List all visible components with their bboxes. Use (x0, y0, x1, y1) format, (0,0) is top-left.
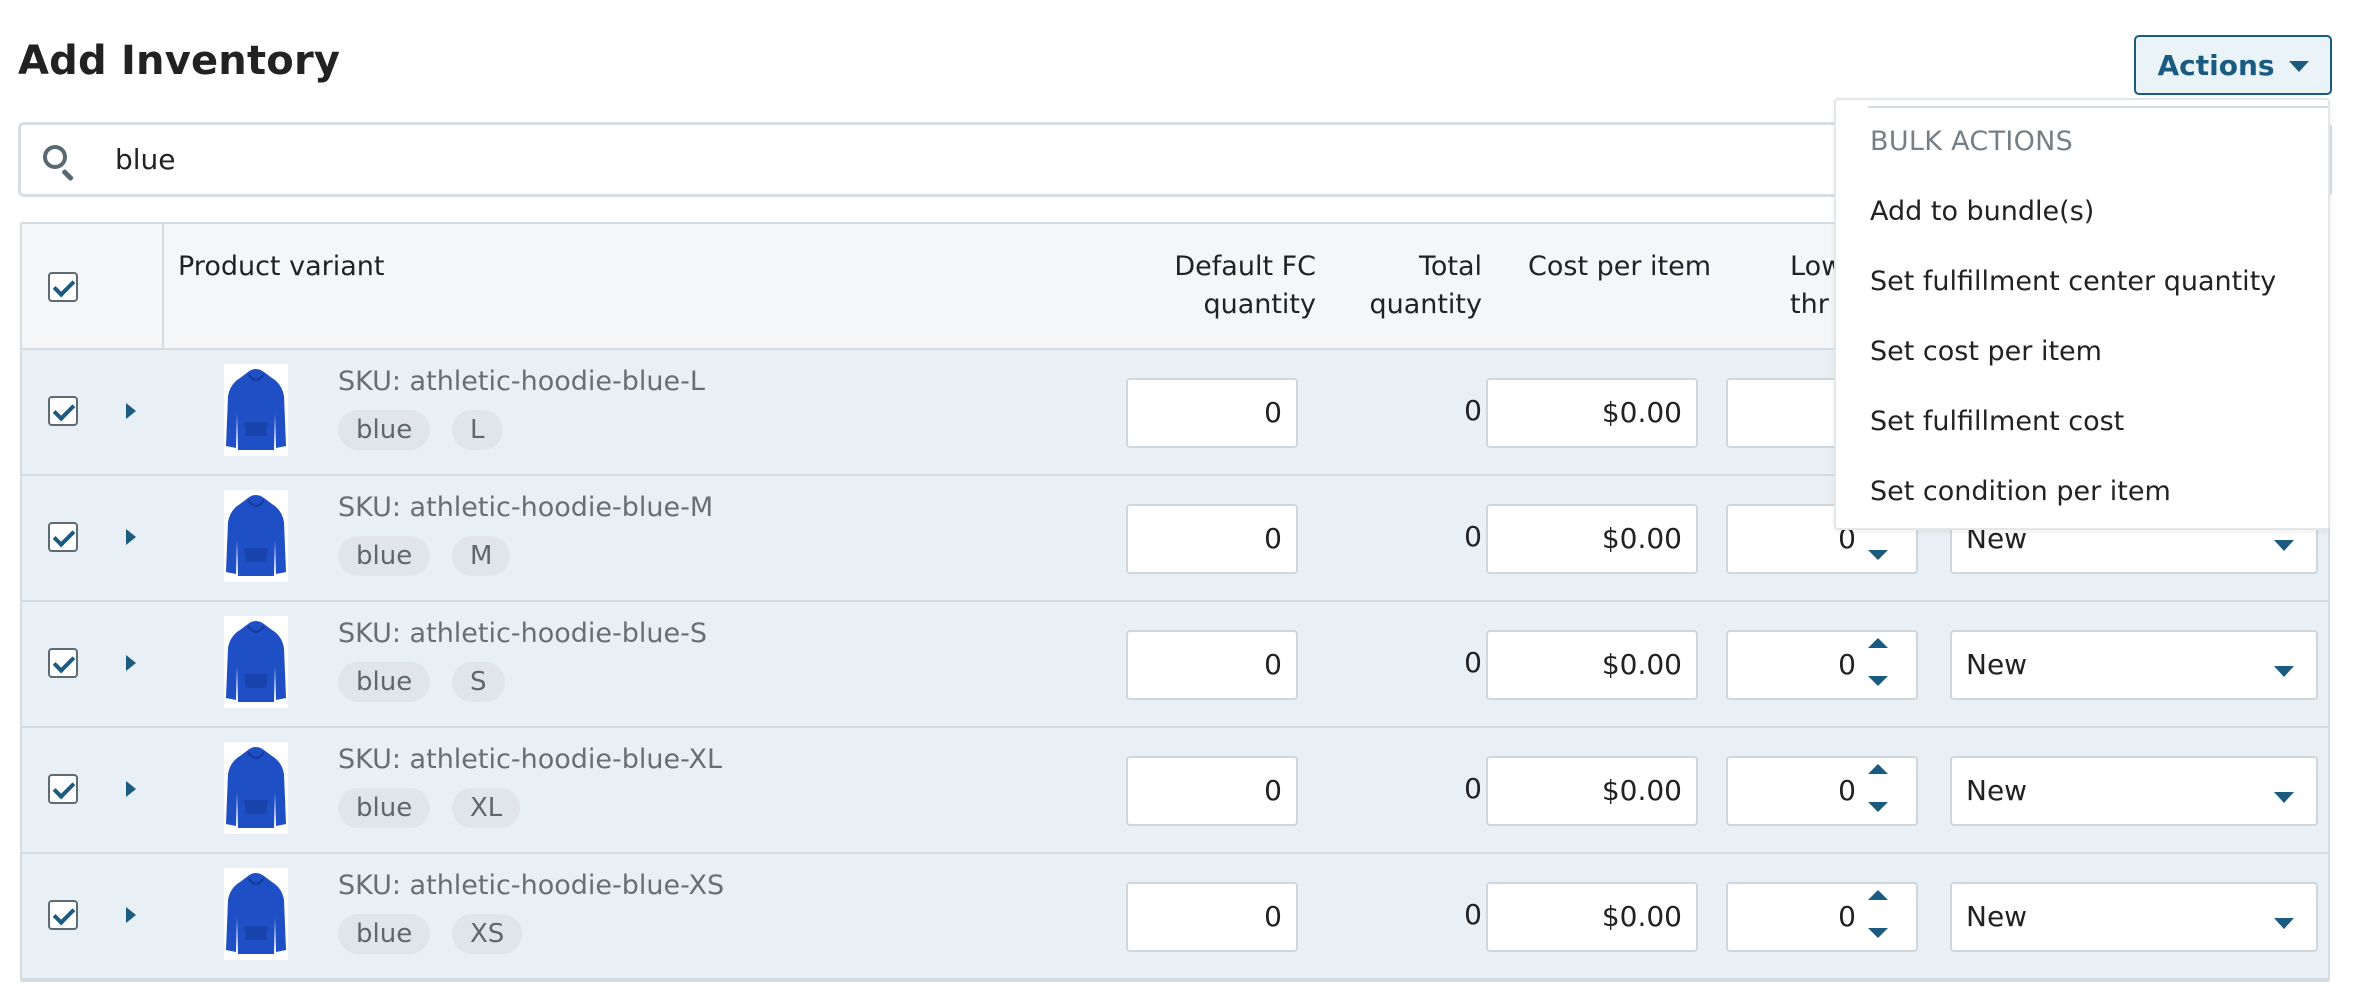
condition-select[interactable]: New (1950, 630, 2318, 700)
table-row: SKU: athletic-hoodie-blue-S blue S 0 0 $0.00 0… (22, 602, 2328, 728)
size-chip: S (452, 662, 505, 702)
sku-label: SKU: athletic-hoodie-blue-XS (338, 870, 725, 901)
search-icon (39, 125, 99, 195)
chevron-right-icon[interactable] (126, 655, 136, 671)
threshold-input[interactable]: 0 (1726, 756, 1918, 826)
menu-item-set-condition[interactable]: Set condition per item (1870, 476, 2171, 507)
menu-item-add-to-bundle[interactable]: Add to bundle(s) (1870, 196, 2094, 227)
caret-down-icon (2274, 918, 2294, 929)
header-total-line2: quantity (1369, 289, 1482, 320)
caret-down-icon (2274, 540, 2294, 551)
size-chip: XS (452, 914, 523, 954)
menu-item-set-cost[interactable]: Set cost per item (1870, 336, 2102, 367)
stepper-down-icon[interactable] (1868, 550, 1888, 560)
select-all-checkbox[interactable] (48, 272, 78, 302)
condition-value: New (1966, 648, 2028, 681)
default-fc-quantity-input[interactable]: 0 (1126, 630, 1298, 700)
cost-per-item-input[interactable]: $0.00 (1486, 378, 1698, 448)
cost-per-item-input[interactable]: $0.00 (1486, 630, 1698, 700)
header-default-fc-line2: quantity (1203, 289, 1316, 320)
header-cost-per-item: Cost per item (1528, 251, 1712, 282)
caret-down-icon (2274, 666, 2294, 677)
stepper-up-icon[interactable] (1868, 890, 1888, 900)
hoodie-image (226, 369, 286, 450)
header-divider (162, 224, 164, 350)
total-quantity: 0 (1464, 394, 1482, 427)
row-checkbox[interactable] (48, 648, 78, 678)
condition-value: New (1966, 900, 2028, 933)
chevron-right-icon[interactable] (126, 529, 136, 545)
color-chip: blue (338, 410, 431, 450)
actions-button-label: Actions (2157, 48, 2275, 82)
color-chip: blue (338, 662, 431, 702)
chevron-right-icon[interactable] (126, 907, 136, 923)
caret-down-icon (2274, 792, 2294, 803)
row-checkbox[interactable] (48, 900, 78, 930)
dropdown-section-label: BULK ACTIONS (1870, 126, 2074, 157)
hoodie-image (226, 873, 286, 954)
header-product-variant: Product variant (178, 251, 385, 282)
default-fc-quantity-input[interactable]: 0 (1126, 378, 1298, 448)
header-default-fc-line1: Default FC (1174, 251, 1316, 282)
stepper-up-icon[interactable] (1868, 764, 1888, 774)
bulk-actions-dropdown: BULK ACTIONS Add to bundle(s) Set fulfil… (1834, 98, 2330, 530)
page-title: Add Inventory (18, 38, 341, 84)
stepper-up-icon[interactable] (1868, 638, 1888, 648)
sku-label: SKU: athletic-hoodie-blue-L (338, 366, 705, 397)
default-fc-quantity-input[interactable]: 0 (1126, 756, 1298, 826)
sku-label: SKU: athletic-hoodie-blue-S (338, 618, 707, 649)
header-default-fc-quantity: Default FC quantity (1082, 248, 1316, 324)
header-total-quantity: Total quantity (1342, 248, 1482, 324)
hoodie-image (226, 621, 286, 702)
product-thumbnail (224, 490, 288, 582)
stepper-down-icon[interactable] (1868, 928, 1888, 938)
stepper-down-icon[interactable] (1868, 802, 1888, 812)
total-quantity: 0 (1464, 520, 1482, 553)
table-row: SKU: athletic-hoodie-blue-XS blue XS 0 0 $0.0… (22, 854, 2328, 980)
cost-per-item-input[interactable]: $0.00 (1486, 756, 1698, 826)
condition-select[interactable]: New (1950, 756, 2318, 826)
product-thumbnail (224, 616, 288, 708)
menu-item-set-fulfillment-cost[interactable]: Set fulfillment cost (1870, 406, 2124, 437)
sku-label: SKU: athletic-hoodie-blue-M (338, 492, 714, 523)
size-chip: L (452, 410, 503, 450)
total-quantity: 0 (1464, 772, 1482, 805)
header-total-line1: Total (1418, 251, 1482, 282)
cost-per-item-input[interactable]: $0.00 (1486, 504, 1698, 574)
threshold-input[interactable]: 0 (1726, 630, 1918, 700)
chevron-right-icon[interactable] (126, 781, 136, 797)
size-chip: M (452, 536, 511, 576)
size-chip: XL (452, 788, 521, 828)
color-chip: blue (338, 536, 431, 576)
row-checkbox[interactable] (48, 774, 78, 804)
search-input[interactable] (113, 142, 1913, 177)
color-chip: blue (338, 914, 431, 954)
chevron-right-icon[interactable] (126, 403, 136, 419)
total-quantity: 0 (1464, 898, 1482, 931)
default-fc-quantity-input[interactable]: 0 (1126, 882, 1298, 952)
table-row: SKU: athletic-hoodie-blue-XL blue XL 0 0 $0.0… (22, 728, 2328, 854)
menu-item-set-fc-quantity[interactable]: Set fulfillment center quantity (1870, 266, 2276, 297)
cost-per-item-input[interactable]: $0.00 (1486, 882, 1698, 952)
default-fc-quantity-input[interactable]: 0 (1126, 504, 1298, 574)
hoodie-image (226, 495, 286, 576)
row-checkbox[interactable] (48, 396, 78, 426)
color-chip: blue (338, 788, 431, 828)
row-checkbox[interactable] (48, 522, 78, 552)
hoodie-image (226, 747, 286, 828)
total-quantity: 0 (1464, 646, 1482, 679)
dropdown-divider (1868, 106, 2328, 108)
product-thumbnail (224, 742, 288, 834)
product-thumbnail (224, 868, 288, 960)
sku-label: SKU: athletic-hoodie-blue-XL (338, 744, 723, 775)
condition-select[interactable]: New (1950, 882, 2318, 952)
condition-value: New (1966, 774, 2028, 807)
threshold-input[interactable]: 0 (1726, 882, 1918, 952)
caret-down-icon (2288, 61, 2309, 72)
stepper-down-icon[interactable] (1868, 676, 1888, 686)
actions-button[interactable]: Actions (2134, 35, 2332, 95)
product-thumbnail (224, 364, 288, 456)
